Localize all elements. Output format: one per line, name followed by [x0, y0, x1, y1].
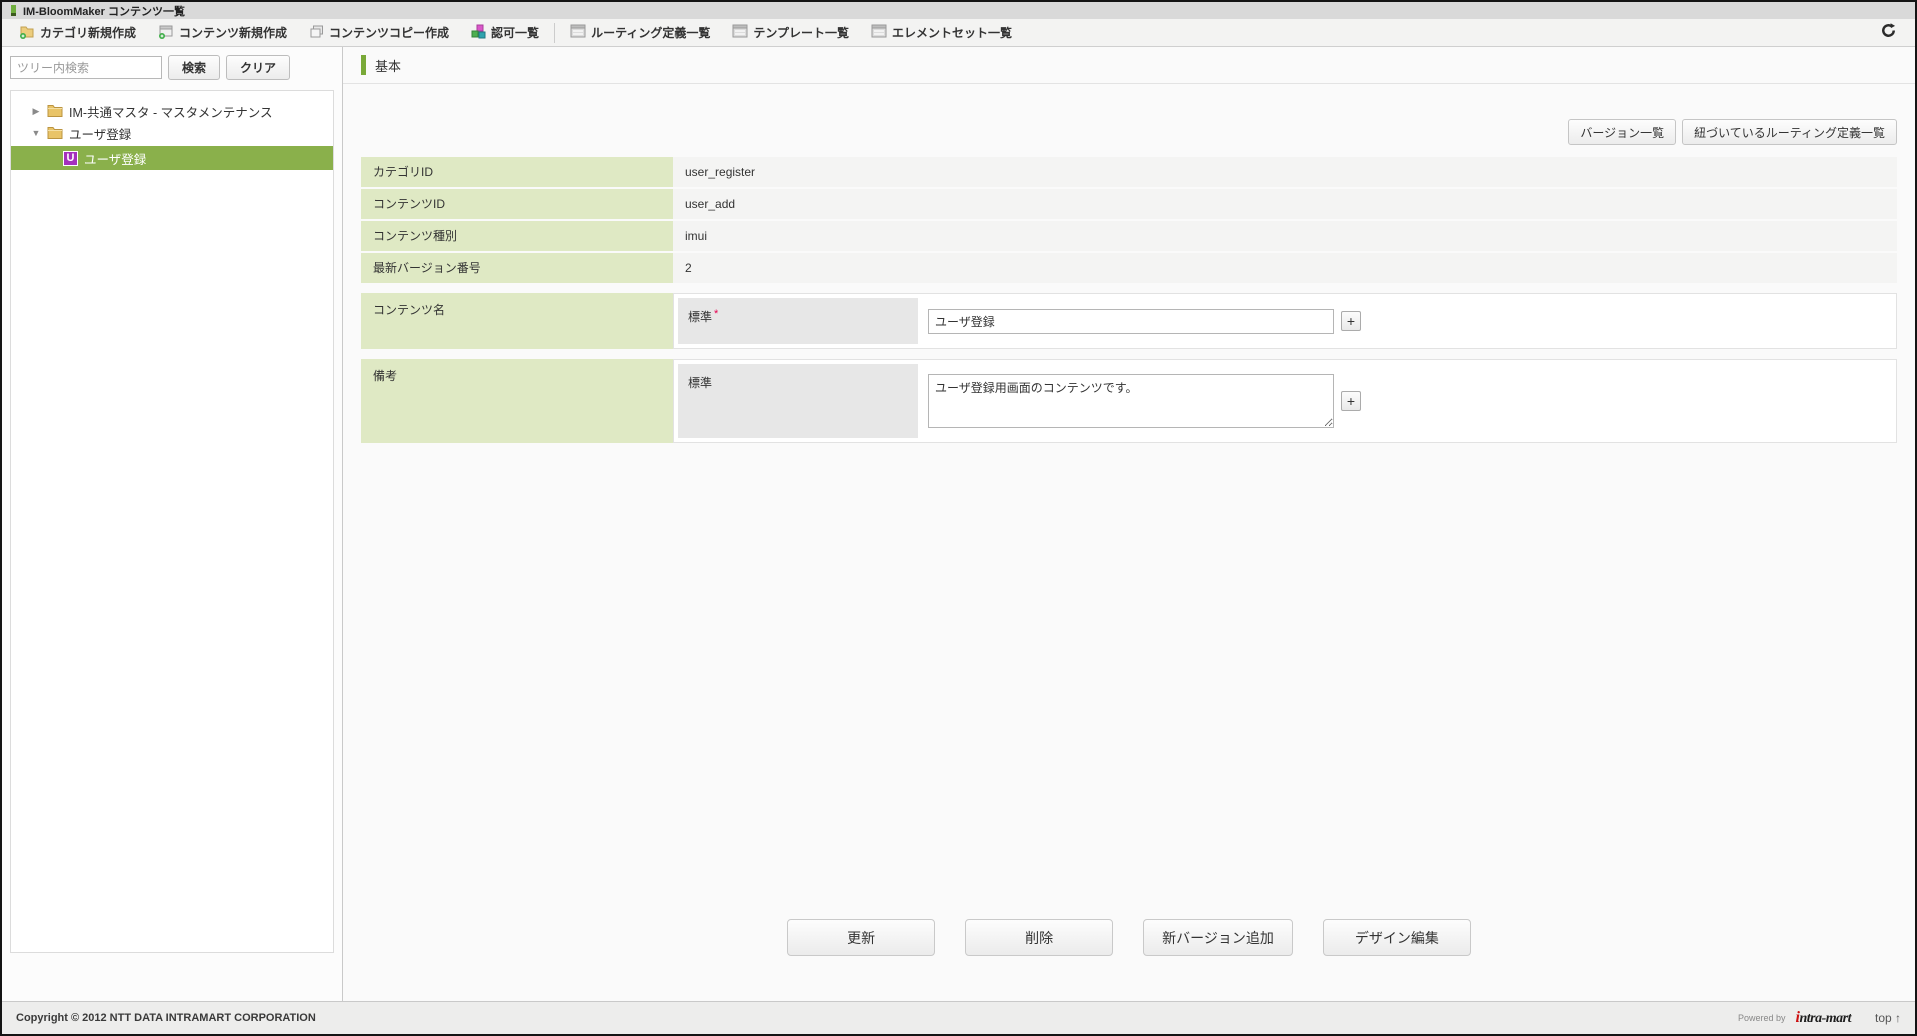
- tree-search-row: 検索 クリア: [10, 55, 334, 80]
- toolbar-item-label: テンプレート一覧: [753, 26, 849, 40]
- intra-mart-logo: intra-mart: [1795, 1009, 1852, 1026]
- note-field-area: +: [918, 364, 1892, 438]
- update-button[interactable]: 更新: [787, 919, 936, 956]
- version-list-button[interactable]: バージョン一覧: [1568, 119, 1677, 145]
- content-name-field-group: 標準 * +: [673, 293, 1897, 349]
- row-value: 2: [673, 253, 1897, 283]
- copy-icon: [309, 24, 324, 42]
- main-panel: 基本 バージョン一覧 紐づいているルーティング定義一覧 カテゴリID user_…: [343, 47, 1915, 1001]
- row-label: コンテンツ種別: [361, 221, 673, 251]
- locale-label: 標準 *: [678, 298, 918, 344]
- toolbar: カテゴリ新規作成 コンテンツ新規作成 コンテンツコピー作成 認可一覧 ルーティン…: [2, 19, 1915, 47]
- footer-right: Powered by intra-mart top ↑: [1738, 1009, 1901, 1027]
- toolbar-item-label: カテゴリ新規作成: [40, 26, 137, 40]
- folder-add-icon: [19, 24, 35, 42]
- tree-node-user-register-content[interactable]: U ユーザ登録: [11, 146, 333, 170]
- toolbar-separator: [554, 22, 556, 43]
- row-value: user_add: [673, 189, 1897, 219]
- row-label: カテゴリID: [361, 157, 673, 187]
- note-textarea[interactable]: [928, 374, 1334, 428]
- section-title: 基本: [375, 58, 402, 74]
- toolbar-item-label: エレメントセット一覧: [892, 26, 1013, 40]
- locale-label: 標準: [678, 364, 918, 438]
- row-value: user_register: [673, 157, 1897, 187]
- row-label: コンテンツID: [361, 189, 673, 219]
- folder-icon: [47, 125, 63, 142]
- footer: Copyright © 2012 NTT DATA INTRAMART CORP…: [2, 1001, 1915, 1034]
- content-info-table: カテゴリID user_register コンテンツID user_add コン…: [361, 157, 1897, 445]
- tree-node-user-register-folder[interactable]: ▼ ユーザ登録: [11, 122, 333, 144]
- list-icon: [732, 24, 748, 41]
- refresh-button[interactable]: [1875, 19, 1901, 46]
- required-mark: *: [714, 308, 719, 320]
- tree-node-label: IM-共通マスタ - マスタメンテナンス: [69, 105, 273, 120]
- toolbar-item-label: 認可一覧: [491, 26, 540, 40]
- list-icon: [871, 24, 887, 41]
- tree-search-input[interactable]: [10, 56, 162, 79]
- window-title: IM-BloomMaker コンテンツ一覧: [23, 5, 185, 18]
- powered-by-label: Powered by: [1737, 1013, 1786, 1023]
- row-value: imui: [673, 221, 1897, 251]
- toolbar-item-authz-list[interactable]: 認可一覧: [460, 19, 550, 46]
- back-to-top-link[interactable]: top ↑: [1875, 1011, 1901, 1025]
- toolbar-item-new-category[interactable]: カテゴリ新規作成: [8, 19, 147, 46]
- app-icon: [11, 5, 16, 16]
- toolbar-item-label: ルーティング定義一覧: [591, 26, 711, 40]
- clear-button[interactable]: クリア: [226, 55, 291, 80]
- action-button-row: 更新 削除 新バージョン追加 デザイン編集: [361, 919, 1897, 956]
- content-add-icon: [158, 24, 174, 42]
- content-area: 検索 クリア ▶ IM-共通マスタ - マスタメンテナンス ▼: [2, 47, 1915, 1001]
- toolbar-item-new-content[interactable]: コンテンツ新規作成: [147, 19, 298, 46]
- section-header: 基本: [343, 47, 1915, 84]
- add-locale-button[interactable]: +: [1341, 311, 1361, 331]
- authz-cubes-icon: [471, 24, 486, 42]
- linked-routing-list-button[interactable]: 紐づいているルーティング定義一覧: [1682, 119, 1897, 145]
- refresh-icon: [1881, 22, 1896, 43]
- copyright-text: Copyright © 2012 NTT DATA INTRAMART CORP…: [16, 1012, 316, 1024]
- table-row-latest-version: 最新バージョン番号 2: [361, 253, 1897, 283]
- tree-node-label: ユーザ登録: [84, 152, 147, 167]
- toolbar-item-elementset-list[interactable]: エレメントセット一覧: [860, 19, 1023, 46]
- toolbar-item-copy-content[interactable]: コンテンツコピー作成: [298, 19, 460, 46]
- folder-icon: [47, 103, 63, 120]
- toolbar-item-routing-list[interactable]: ルーティング定義一覧: [559, 19, 721, 46]
- design-edit-button[interactable]: デザイン編集: [1322, 919, 1471, 956]
- table-row-category-id: カテゴリID user_register: [361, 157, 1897, 187]
- note-field-group: 標準 +: [673, 359, 1897, 443]
- add-locale-button[interactable]: +: [1341, 391, 1361, 411]
- row-label: 最新バージョン番号: [361, 253, 673, 283]
- content-type-badge: U: [63, 150, 78, 166]
- table-row-content-type: コンテンツ種別 imui: [361, 221, 1897, 251]
- section-accent-bar: [361, 55, 366, 75]
- add-version-button[interactable]: 新バージョン追加: [1143, 919, 1293, 956]
- row-label: コンテンツ名: [361, 293, 673, 349]
- toolbar-item-template-list[interactable]: テンプレート一覧: [721, 19, 860, 46]
- content-name-field-area: +: [918, 298, 1892, 344]
- table-row-content-id: コンテンツID user_add: [361, 189, 1897, 219]
- sidebar: 検索 クリア ▶ IM-共通マスタ - マスタメンテナンス ▼: [2, 47, 343, 1001]
- row-label: 備考: [361, 359, 673, 443]
- toolbar-item-label: コンテンツコピー作成: [329, 26, 450, 40]
- delete-button[interactable]: 削除: [965, 919, 1114, 956]
- category-tree: ▶ IM-共通マスタ - マスタメンテナンス ▼ ユーザ登録 U ユーザ登録: [10, 90, 334, 953]
- content-name-input[interactable]: [928, 308, 1334, 334]
- table-row-note: 備考 標準 +: [361, 359, 1897, 443]
- titlebar: IM-BloomMaker コンテンツ一覧: [2, 2, 1915, 19]
- main-body: バージョン一覧 紐づいているルーティング定義一覧 カテゴリID user_reg…: [343, 84, 1915, 1001]
- toolbar-item-label: コンテンツ新規作成: [179, 26, 288, 40]
- list-icon: [570, 24, 586, 41]
- chevron-right-icon[interactable]: ▶: [31, 106, 41, 117]
- tree-node-im-common-master[interactable]: ▶ IM-共通マスタ - マスタメンテナンス: [11, 100, 333, 122]
- app-window: IM-BloomMaker コンテンツ一覧 カテゴリ新規作成 コンテンツ新規作成…: [0, 0, 1917, 1036]
- tree-node-label: ユーザ登録: [69, 127, 132, 142]
- search-button[interactable]: 検索: [168, 55, 221, 80]
- chevron-down-icon[interactable]: ▼: [31, 128, 41, 138]
- top-button-row: バージョン一覧 紐づいているルーティング定義一覧: [361, 119, 1897, 145]
- table-row-content-name: コンテンツ名 標準 * +: [361, 293, 1897, 349]
